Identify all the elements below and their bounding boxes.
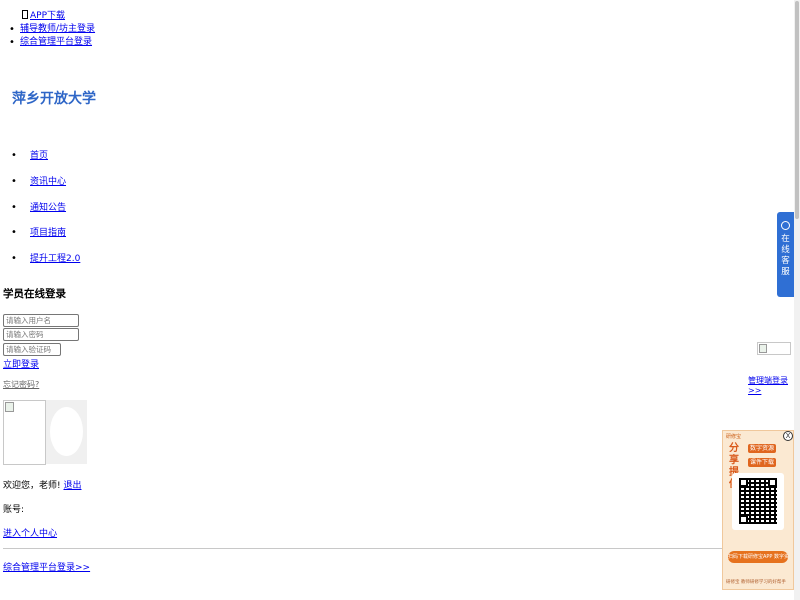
login-title: 学员在线登录 — [3, 288, 66, 300]
promo-cta[interactable]: 扫码下载研修宝APP 数字资源一键下载 — [728, 551, 788, 563]
broken-image-icon — [5, 402, 14, 412]
nav-link-upgrade[interactable]: 提升工程2.0 — [30, 254, 80, 264]
main-nav: 首页 资讯中心 通知公告 项目指南 提升工程2.0 — [0, 148, 80, 277]
platform-login-link[interactable]: 综合管理平台登录 — [20, 37, 92, 47]
promo-footer: 研修宝 教师研修学习的好帮手 — [726, 580, 786, 585]
qr-finder — [739, 515, 748, 524]
password-input[interactable]: 请输入密码 — [3, 328, 79, 341]
platform-login-item: 综合管理平台登录 — [0, 36, 95, 49]
qr-code — [732, 473, 784, 530]
nav-link-notices[interactable]: 通知公告 — [30, 203, 66, 213]
side-image — [757, 342, 791, 355]
nav-link-home[interactable]: 首页 — [30, 151, 48, 161]
nav-item-guide: 项目指南 — [0, 225, 80, 251]
admin-login-link[interactable]: 管理端登录>> — [748, 375, 800, 395]
promo-ad[interactable]: 研修宝 X 分享提供 数字资源 课件下载 扫码下载研修宝APP 数字资源一键下载… — [722, 430, 794, 590]
scrollbar[interactable] — [794, 0, 800, 600]
promo-tag-download: 课件下载 — [748, 458, 777, 467]
tutor-login-link[interactable]: 辅导教师/坊主登录 — [20, 24, 95, 34]
platform-login-bottom-link[interactable]: 综合管理平台登录>> — [3, 560, 90, 573]
site-title: 萍乡开放大学 — [12, 91, 96, 107]
app-download-link[interactable]: APP下载 — [30, 11, 65, 21]
captcha-image[interactable] — [3, 400, 46, 465]
personal-center-link[interactable]: 进入个人中心 — [3, 526, 57, 539]
nav-item-upgrade: 提升工程2.0 — [0, 251, 80, 277]
top-links: APP下载 辅导教师/坊主登录 综合管理平台登录 — [0, 10, 95, 49]
online-service-label: 在线客服 — [781, 234, 790, 277]
login-button[interactable]: 立即登录 — [3, 357, 39, 370]
promo-brand: 研修宝 — [726, 434, 742, 440]
qr-finder — [739, 478, 748, 487]
nav-item-home: 首页 — [0, 148, 80, 174]
nav-link-news[interactable]: 资讯中心 — [30, 177, 66, 187]
close-icon[interactable]: X — [783, 431, 793, 441]
username-input[interactable]: 请输入用户名 — [3, 314, 79, 327]
chat-icon — [781, 221, 790, 230]
tutor-login-item: 辅导教师/坊主登录 — [0, 23, 95, 36]
divider — [3, 548, 790, 549]
logout-link[interactable]: 退出 — [63, 481, 81, 491]
avatar — [46, 400, 87, 464]
nav-item-news: 资讯中心 — [0, 174, 80, 200]
forgot-password-link[interactable]: 忘记密码? — [3, 379, 39, 390]
online-service-button[interactable]: 在线客服 — [777, 212, 794, 297]
welcome-row: 欢迎您，老师! 退出 — [3, 478, 82, 491]
scrollbar-thumb[interactable] — [795, 1, 799, 219]
app-download-item: APP下载 — [0, 10, 95, 23]
welcome-text: 欢迎您，老师! — [3, 481, 61, 491]
qr-finder — [768, 478, 777, 487]
nav-item-notices: 通知公告 — [0, 200, 80, 226]
account-label: 账号: — [3, 505, 25, 515]
phone-icon — [22, 10, 28, 19]
nav-link-guide[interactable]: 项目指南 — [30, 228, 66, 238]
promo-tag-resources: 数字资源 — [748, 444, 777, 453]
broken-image-icon — [759, 344, 767, 353]
avatar-circle — [50, 407, 83, 456]
captcha-input[interactable]: 请输入验证码 — [3, 343, 61, 356]
